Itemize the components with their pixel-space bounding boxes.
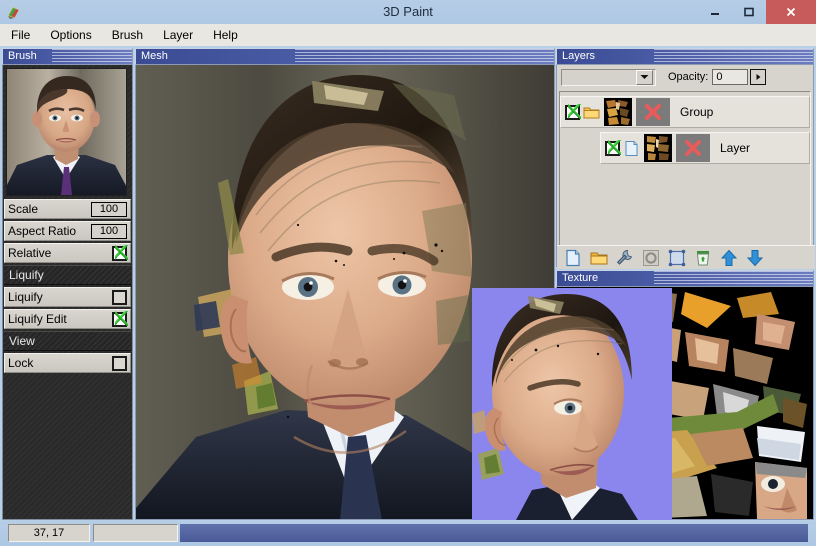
texture-preview-overlay[interactable] xyxy=(472,288,672,520)
group-thumbnail xyxy=(604,98,632,126)
title-bar: 3D Paint xyxy=(0,0,816,24)
menu-help[interactable]: Help xyxy=(204,26,247,44)
layer-options-bar: Opacity: 0 xyxy=(557,65,813,87)
circle-icon[interactable] xyxy=(641,248,661,268)
texture-panel-title: Texture xyxy=(562,272,599,284)
liquify-edit-checkbox[interactable] xyxy=(112,310,128,327)
minimize-button[interactable] xyxy=(698,0,732,24)
scale-value-field[interactable]: 100 xyxy=(91,201,127,217)
group-name: Group xyxy=(680,105,714,119)
document-icon xyxy=(623,140,640,157)
menu-layer[interactable]: Layer xyxy=(154,26,202,44)
property-label-liquify-edit: Liquify Edit xyxy=(8,312,67,326)
property-label-liquify: Liquify xyxy=(8,290,43,304)
header-stripes xyxy=(654,271,813,286)
texture-panel-header: Texture xyxy=(556,270,814,287)
mesh-panel-title: Mesh xyxy=(141,50,168,62)
folder-icon xyxy=(583,104,600,121)
chevron-down-icon[interactable] xyxy=(636,69,653,85)
cursor-coordinates: 37, 17 xyxy=(8,524,90,542)
property-row-liquify[interactable]: Liquify xyxy=(4,287,131,307)
property-label-lock: Lock xyxy=(8,356,34,370)
header-stripes xyxy=(654,49,813,64)
close-button[interactable] xyxy=(766,0,816,24)
arrow-down-icon[interactable] xyxy=(745,248,765,268)
window-controls xyxy=(698,0,816,24)
property-label-relative: Relative xyxy=(8,246,52,260)
open-folder-icon[interactable] xyxy=(589,248,609,268)
section-label-view: View xyxy=(9,334,35,348)
opacity-stepper[interactable] xyxy=(750,69,767,85)
liquify-checkbox[interactable] xyxy=(112,289,127,305)
layer-visibility-checkbox[interactable] xyxy=(605,139,621,156)
section-header-liquify: Liquify xyxy=(4,265,131,285)
arrow-up-icon[interactable] xyxy=(719,248,739,268)
header-stripes xyxy=(294,49,554,64)
brush-panel-title: Brush xyxy=(8,50,37,62)
layer-list[interactable]: Group Layer xyxy=(559,91,811,246)
aspect-ratio-value-field[interactable]: 100 xyxy=(91,223,127,239)
lock-checkbox[interactable] xyxy=(112,355,127,371)
menu-options[interactable]: Options xyxy=(41,26,100,44)
status-secondary xyxy=(93,524,178,542)
mesh-panel-header: Mesh xyxy=(135,48,555,65)
app-window: 3D Paint File Options Brush Layer Help B… xyxy=(0,0,816,546)
brush-panel-header: Brush xyxy=(2,48,133,65)
status-progress-bar xyxy=(180,524,808,542)
brush-source-portrait[interactable] xyxy=(6,68,127,196)
opacity-label: Opacity: xyxy=(668,71,709,83)
property-row-aspect-ratio[interactable]: Aspect Ratio 100 xyxy=(4,221,131,241)
layers-panel: Layers Opacity: 0 Group Layer xyxy=(556,48,815,269)
brush-properties-list: Scale 100 Aspect Ratio 100 Relative Liqu… xyxy=(3,199,132,373)
layer-thumbnail xyxy=(644,134,672,162)
trash-icon[interactable] xyxy=(693,248,713,268)
layer-toolbar xyxy=(557,245,815,269)
property-row-scale[interactable]: Scale 100 xyxy=(4,199,131,219)
property-label-aspect-ratio: Aspect Ratio xyxy=(8,224,77,238)
property-row-lock[interactable]: Lock xyxy=(4,353,131,373)
property-label-scale: Scale xyxy=(8,202,39,216)
section-label-liquify: Liquify xyxy=(9,268,44,282)
layers-panel-header: Layers xyxy=(556,48,814,65)
menu-file[interactable]: File xyxy=(2,26,39,44)
layers-panel-title: Layers xyxy=(562,50,596,62)
group-visibility-checkbox[interactable] xyxy=(565,103,581,120)
property-row-liquify-edit[interactable]: Liquify Edit xyxy=(4,309,131,329)
layer-name: Layer xyxy=(720,141,751,155)
maximize-button[interactable] xyxy=(732,0,766,24)
section-header-view: View xyxy=(4,331,131,351)
window-title: 3D Paint xyxy=(383,4,433,19)
property-row-relative[interactable]: Relative xyxy=(4,243,131,263)
layer-row-group[interactable]: Group xyxy=(560,96,810,128)
brush-panel: Brush Scale 100 Aspect Ratio 100 Relativ… xyxy=(2,48,133,520)
opacity-input[interactable]: 0 xyxy=(712,69,749,85)
menu-bar: File Options Brush Layer Help xyxy=(0,24,816,46)
wrench-icon[interactable] xyxy=(615,248,635,268)
selection-box-icon[interactable] xyxy=(667,248,687,268)
status-bar: 37, 17 xyxy=(0,521,816,546)
relative-checkbox[interactable] xyxy=(112,244,128,261)
menu-brush[interactable]: Brush xyxy=(103,26,152,44)
layer-row-layer[interactable]: Layer xyxy=(600,132,810,164)
blend-mode-select[interactable] xyxy=(561,68,656,86)
header-stripes xyxy=(52,49,132,64)
group-delete-icon[interactable] xyxy=(636,98,670,126)
layer-delete-icon[interactable] xyxy=(676,134,710,162)
new-document-icon[interactable] xyxy=(563,248,583,268)
